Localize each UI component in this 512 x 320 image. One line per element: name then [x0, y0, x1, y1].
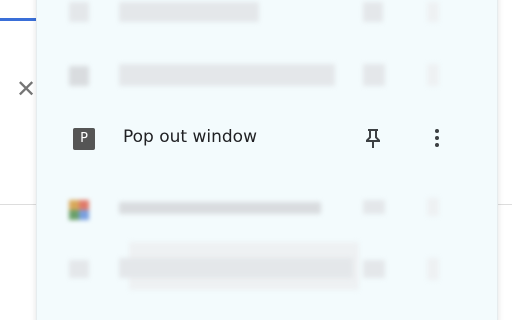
- list-item[interactable]: [37, 0, 497, 50]
- list-item-pop-out-window[interactable]: P Pop out window: [37, 113, 497, 177]
- favicon-placeholder: [69, 66, 89, 86]
- extension-favicon: P: [73, 128, 95, 150]
- pin-icon[interactable]: [363, 200, 385, 214]
- pin-icon[interactable]: [363, 2, 383, 22]
- close-icon[interactable]: ✕: [14, 74, 38, 104]
- extensions-menu-panel: P Pop out window: [36, 0, 498, 320]
- favicon-placeholder: [69, 2, 89, 22]
- more-vert-icon[interactable]: [427, 198, 439, 216]
- divider: [0, 204, 36, 205]
- active-tab-indicator: [0, 18, 36, 21]
- title-placeholder: [119, 2, 259, 22]
- divider: [497, 204, 512, 205]
- list-item[interactable]: [37, 242, 497, 306]
- title-placeholder: [119, 258, 353, 278]
- more-vert-icon[interactable]: [427, 258, 439, 280]
- page: ✕ P Pop out window: [0, 0, 512, 320]
- favicon-placeholder: [69, 200, 89, 220]
- pin-icon[interactable]: [363, 64, 385, 86]
- pin-icon[interactable]: [359, 124, 387, 152]
- favicon-placeholder: [69, 260, 89, 278]
- list-item[interactable]: [37, 50, 497, 114]
- extension-name: Pop out window: [123, 127, 257, 147]
- more-vert-icon[interactable]: [427, 2, 439, 22]
- pin-icon[interactable]: [363, 260, 385, 278]
- more-vert-icon[interactable]: [427, 64, 439, 86]
- title-placeholder: [119, 64, 335, 86]
- title-placeholder: [119, 202, 321, 214]
- more-vert-icon[interactable]: [423, 124, 451, 152]
- list-item[interactable]: [37, 178, 497, 242]
